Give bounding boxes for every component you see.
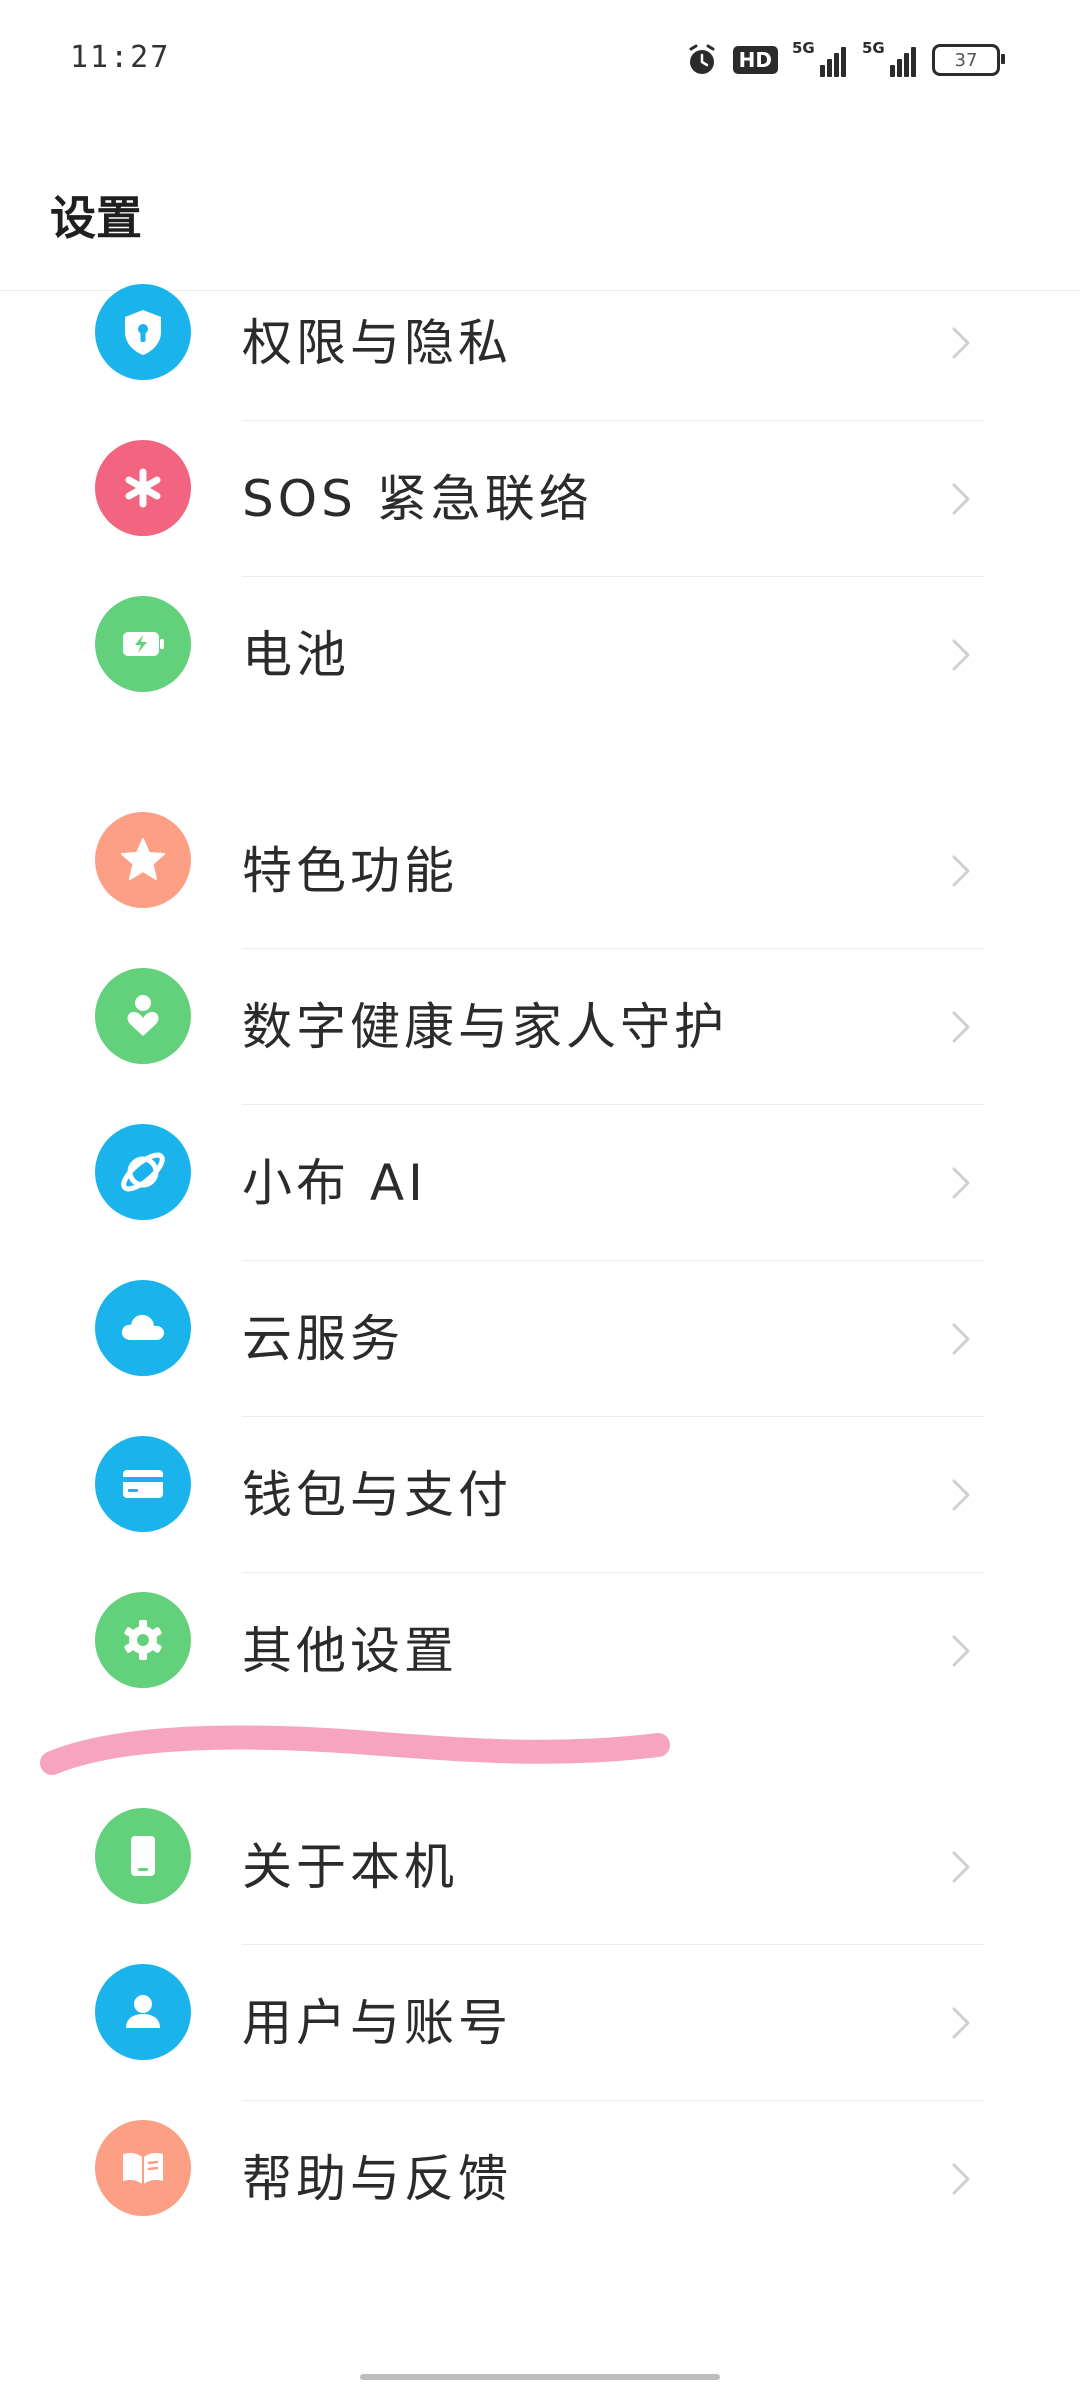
chevron-right-icon: [940, 323, 980, 363]
asterisk-icon: [95, 440, 191, 536]
battery-charge-icon: [95, 596, 191, 692]
highlight-underline: [40, 1725, 670, 1775]
chevron-right-icon: [940, 1631, 980, 1671]
person-heart-icon: [95, 968, 191, 1064]
settings-item-about-phone[interactable]: 关于本机: [0, 1789, 1080, 1945]
alarm-icon: [685, 43, 719, 77]
chevron-right-icon: [940, 2159, 980, 2199]
settings-item-label: 云服务: [242, 1310, 404, 1368]
chevron-right-icon: [940, 1007, 980, 1047]
hd-icon: HD: [732, 46, 778, 74]
cloud-icon: [95, 1280, 191, 1376]
chevron-right-icon: [940, 479, 980, 519]
settings-item-label: 数字健康与家人守护: [242, 998, 728, 1056]
settings-item-label: 其他设置: [242, 1622, 458, 1680]
chevron-right-icon: [940, 1163, 980, 1203]
battery-icon: 37: [932, 44, 1005, 76]
card-icon: [95, 1436, 191, 1532]
settings-item-features[interactable]: 特色功能: [0, 793, 1080, 949]
home-indicator[interactable]: [360, 2374, 720, 2380]
phone-icon: [95, 1808, 191, 1904]
settings-item-label: 帮助与反馈: [242, 2150, 512, 2208]
signal-icon-1: 5G: [792, 39, 848, 77]
orbit-icon: [95, 1124, 191, 1220]
settings-item-sos[interactable]: SOS 紧急联络: [0, 421, 1080, 577]
settings-item-help-feedback[interactable]: 帮助与反馈: [0, 2101, 1080, 2257]
settings-item-label: 用户与账号: [242, 1994, 512, 2052]
status-time: 11:27: [70, 40, 171, 75]
book-icon: [95, 2120, 191, 2216]
settings-item-label: 关于本机: [242, 1838, 458, 1896]
settings-item-accounts[interactable]: 用户与账号: [0, 1945, 1080, 2101]
settings-item-label: 钱包与支付: [242, 1466, 512, 1524]
settings-item-label: SOS 紧急联络: [242, 470, 593, 528]
settings-item-digital-wellbeing[interactable]: 数字健康与家人守护: [0, 949, 1080, 1105]
star-icon: [95, 812, 191, 908]
chevron-right-icon: [940, 1319, 980, 1359]
signal-1-label: 5G: [792, 39, 815, 57]
signal-icon-2: 5G: [862, 39, 918, 77]
settings-item-cloud[interactable]: 云服务: [0, 1261, 1080, 1417]
chevron-right-icon: [940, 2003, 980, 2043]
settings-item-privacy[interactable]: 权限与隐私: [0, 265, 1080, 421]
settings-item-label: 特色功能: [242, 842, 458, 900]
settings-item-breeno-ai[interactable]: 小布 AI: [0, 1105, 1080, 1261]
settings-item-label: 电池: [242, 626, 350, 684]
gear-icon: [95, 1592, 191, 1688]
page-title: 设置: [50, 191, 142, 245]
chevron-right-icon: [940, 851, 980, 891]
settings-item-battery[interactable]: 电池: [0, 577, 1080, 733]
settings-item-other[interactable]: 其他设置: [0, 1573, 1080, 1729]
status-bar: 11:27 HD 5G 5G 37: [0, 0, 1080, 120]
signal-2-label: 5G: [862, 39, 885, 57]
settings-item-wallet[interactable]: 钱包与支付: [0, 1417, 1080, 1573]
settings-item-label: 权限与隐私: [242, 314, 512, 372]
shield-lock-icon: [95, 284, 191, 380]
chevron-right-icon: [940, 1847, 980, 1887]
status-icons: HD 5G 5G 37: [685, 39, 1005, 80]
chevron-right-icon: [940, 1475, 980, 1515]
user-icon: [95, 1964, 191, 2060]
settings-item-label: 小布 AI: [242, 1154, 427, 1212]
chevron-right-icon: [940, 635, 980, 675]
